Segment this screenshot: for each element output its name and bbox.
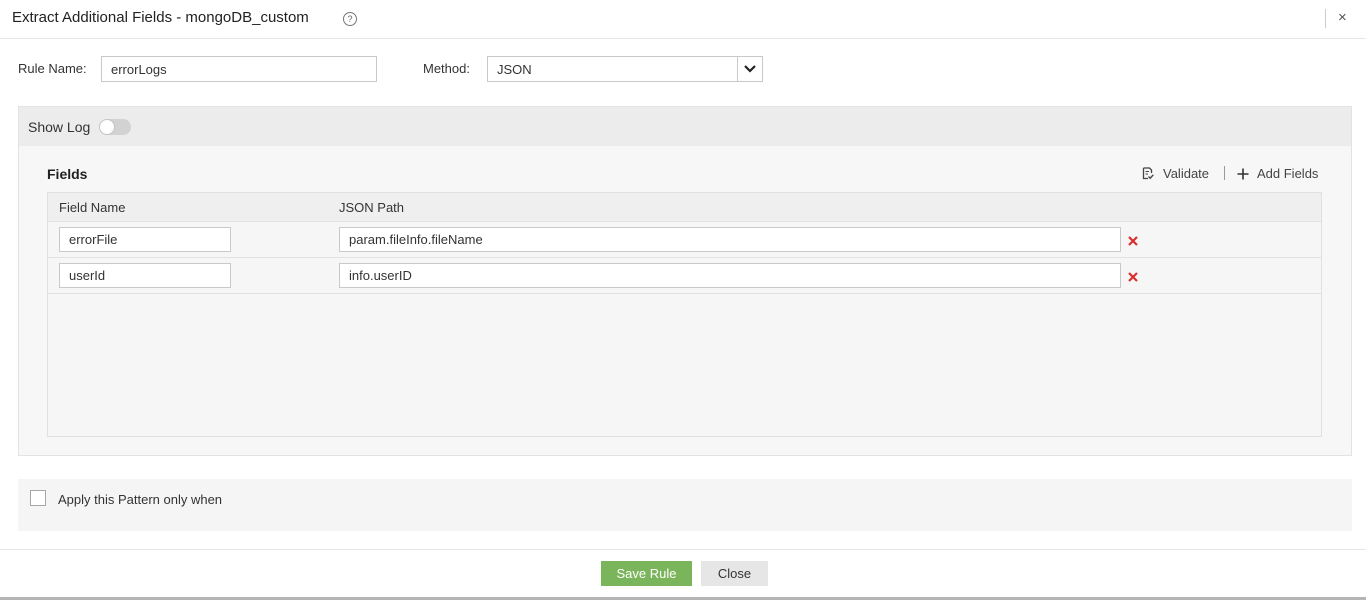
rule-name-input[interactable]: errorLogs xyxy=(101,56,377,82)
show-log-toggle[interactable] xyxy=(99,119,131,135)
dialog-title: Extract Additional Fields - mongoDB_cust… xyxy=(12,9,309,26)
table-row: errorFile param.fileInfo.fileName xyxy=(48,222,1321,258)
delete-row-icon[interactable] xyxy=(1126,234,1140,248)
field-name-input[interactable]: errorFile xyxy=(59,227,231,252)
toggle-knob xyxy=(99,119,115,135)
chevron-down-icon[interactable] xyxy=(737,57,762,81)
header-divider xyxy=(1325,9,1326,28)
validate-icon xyxy=(1142,167,1154,180)
add-fields-label: Add Fields xyxy=(1257,166,1319,181)
method-label: Method: xyxy=(423,61,470,76)
add-fields-button[interactable]: Add Fields xyxy=(1237,166,1318,181)
fields-table: Field Name JSON Path errorFile param.fil… xyxy=(47,192,1322,437)
rule-name-label: Rule Name: xyxy=(18,61,87,76)
close-icon[interactable]: × xyxy=(1338,8,1347,28)
json-path-input[interactable]: param.fileInfo.fileName xyxy=(339,227,1121,252)
method-select[interactable]: JSON xyxy=(487,56,763,82)
fields-panel: Show Log Fields Validate Add Fields Fiel… xyxy=(18,106,1352,456)
footer-divider xyxy=(0,549,1366,550)
column-header-json-path: JSON Path xyxy=(339,200,405,215)
show-log-label: Show Log xyxy=(28,119,91,135)
save-rule-button[interactable]: Save Rule xyxy=(601,561,692,586)
plus-icon xyxy=(1237,168,1249,179)
delete-row-icon[interactable] xyxy=(1126,270,1140,284)
field-name-input[interactable]: userId xyxy=(59,263,231,288)
method-selected-value: JSON xyxy=(497,61,532,77)
validate-label: Validate xyxy=(1163,166,1210,181)
fields-title: Fields xyxy=(47,166,88,182)
show-log-bar: Show Log xyxy=(19,107,1351,146)
table-row: userId info.userID xyxy=(48,258,1321,294)
help-icon[interactable]: ? xyxy=(343,12,357,26)
apply-pattern-label: Apply this Pattern only when xyxy=(58,492,223,507)
apply-pattern-checkbox[interactable] xyxy=(30,490,46,506)
table-header: Field Name JSON Path xyxy=(48,193,1321,222)
close-button[interactable]: Close xyxy=(701,561,768,586)
action-divider xyxy=(1224,166,1225,180)
column-header-field-name: Field Name xyxy=(59,200,126,215)
validate-button[interactable]: Validate xyxy=(1142,166,1209,181)
apply-condition-section: Apply this Pattern only when xyxy=(18,479,1352,531)
json-path-input[interactable]: info.userID xyxy=(339,263,1121,288)
dialog-header: Extract Additional Fields - mongoDB_cust… xyxy=(0,0,1366,39)
